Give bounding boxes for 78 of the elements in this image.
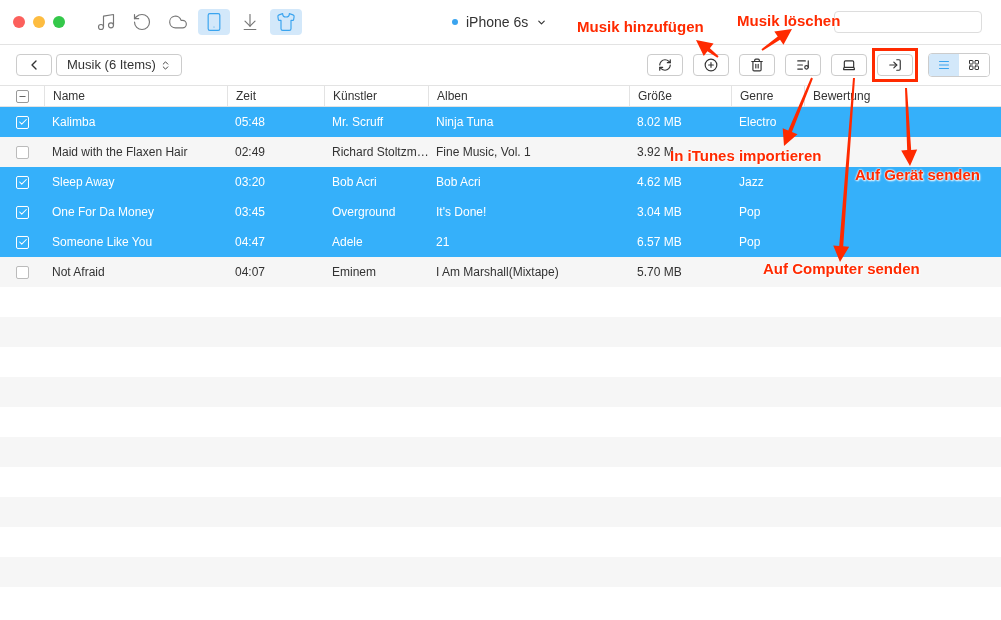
annotation-label: Musik hinzufügen — [577, 17, 704, 37]
refresh-icon — [658, 58, 672, 72]
delete-button[interactable] — [739, 54, 775, 76]
table-cell: One For Da Money — [52, 205, 155, 219]
annotation-arrow — [761, 29, 792, 51]
row-checkbox[interactable] — [16, 265, 29, 279]
table-cell: 8.02 MB — [637, 115, 682, 129]
music-icon — [96, 12, 116, 32]
table-cell: Electro — [739, 115, 777, 129]
table-cell: 3.04 MB — [637, 205, 682, 219]
annotation-label: Auf Computer senden — [763, 259, 920, 279]
table-cell: 03:20 — [235, 175, 266, 189]
table-cell: Pop — [739, 235, 761, 249]
device-selector[interactable]: iPhone 6s — [452, 11, 548, 33]
table-cell: 02:49 — [235, 145, 266, 159]
table-cell: Bob Acri — [436, 175, 481, 189]
table-cell: Not Afraid — [52, 265, 105, 279]
check-icon — [17, 177, 28, 187]
column-header[interactable]: Name — [53, 87, 85, 105]
zoom-button[interactable] — [53, 16, 65, 28]
table-cell: Bob Acri — [332, 175, 377, 189]
table-cell: Maid with the Flaxen Hair — [52, 145, 188, 159]
laptop-icon — [842, 58, 856, 72]
trash-icon — [750, 58, 764, 72]
list-icon — [938, 59, 950, 71]
add-button[interactable] — [693, 54, 729, 76]
table-cell: I Am Marshall(Mixtape) — [436, 265, 559, 279]
check-icon — [17, 237, 28, 247]
column-header[interactable]: Größe — [638, 87, 672, 105]
music-import-icon — [796, 58, 810, 72]
table-cell: 04:47 — [235, 235, 266, 249]
export-computer-button[interactable] — [831, 54, 867, 76]
column-header[interactable]: Zeit — [236, 87, 256, 105]
itunes-import-button[interactable] — [785, 54, 821, 76]
table-cell: Richard Stoltzm… — [332, 145, 429, 159]
table-cell: Ninja Tuna — [436, 115, 494, 129]
annotation-arrow — [782, 77, 813, 146]
add-icon — [704, 58, 718, 72]
refresh-button[interactable] — [647, 54, 683, 76]
device-import-icon — [888, 58, 902, 72]
table-cell: 4.62 MB — [637, 175, 682, 189]
toolbar-tab[interactable] — [198, 9, 230, 35]
toolbar-tab[interactable] — [270, 9, 302, 35]
check-icon — [17, 207, 28, 217]
shirt-icon — [276, 12, 296, 32]
select-all-checkbox[interactable] — [15, 89, 29, 103]
table-cell: Kalimba — [52, 115, 96, 129]
check-icon — [17, 117, 28, 127]
category-dropdown[interactable]: Musik (6 Items) — [56, 54, 182, 76]
send-device-button[interactable] — [877, 54, 913, 76]
column-header[interactable]: Genre — [740, 87, 774, 105]
table-cell: 05:48 — [235, 115, 266, 129]
annotation-arrow — [696, 40, 719, 58]
table-cell: Mr. Scruff — [332, 115, 384, 129]
table-cell: 04:07 — [235, 265, 266, 279]
table-cell: Jazz — [739, 175, 764, 189]
annotation-label: Musik löschen — [737, 11, 841, 31]
table-cell: Eminem — [332, 265, 376, 279]
table-cell: Overground — [332, 205, 396, 219]
table-cell: 6.57 MB — [637, 235, 682, 249]
column-header[interactable]: Alben — [437, 87, 468, 105]
table-cell: Sleep Away — [52, 175, 115, 189]
table-cell: It's Done! — [436, 205, 487, 219]
restore-icon — [132, 12, 152, 32]
column-header[interactable]: Künstler — [333, 87, 378, 105]
table-cell: 03:45 — [235, 205, 266, 219]
annotation-label: Auf Gerät senden — [855, 165, 981, 185]
table-cell: 5.70 MB — [637, 265, 682, 279]
table-cell: Fine Music, Vol. 1 — [436, 145, 531, 159]
table-cell: 21 — [436, 235, 450, 249]
table-cell: Adele — [332, 235, 363, 249]
minimize-button[interactable] — [33, 16, 45, 28]
table-cell: Pop — [739, 205, 761, 219]
close-button[interactable] — [13, 16, 25, 28]
row-checkbox[interactable] — [16, 145, 29, 159]
grid-icon — [968, 59, 980, 71]
back-button[interactable] — [16, 54, 52, 76]
table-cell: Someone Like You — [52, 235, 153, 249]
